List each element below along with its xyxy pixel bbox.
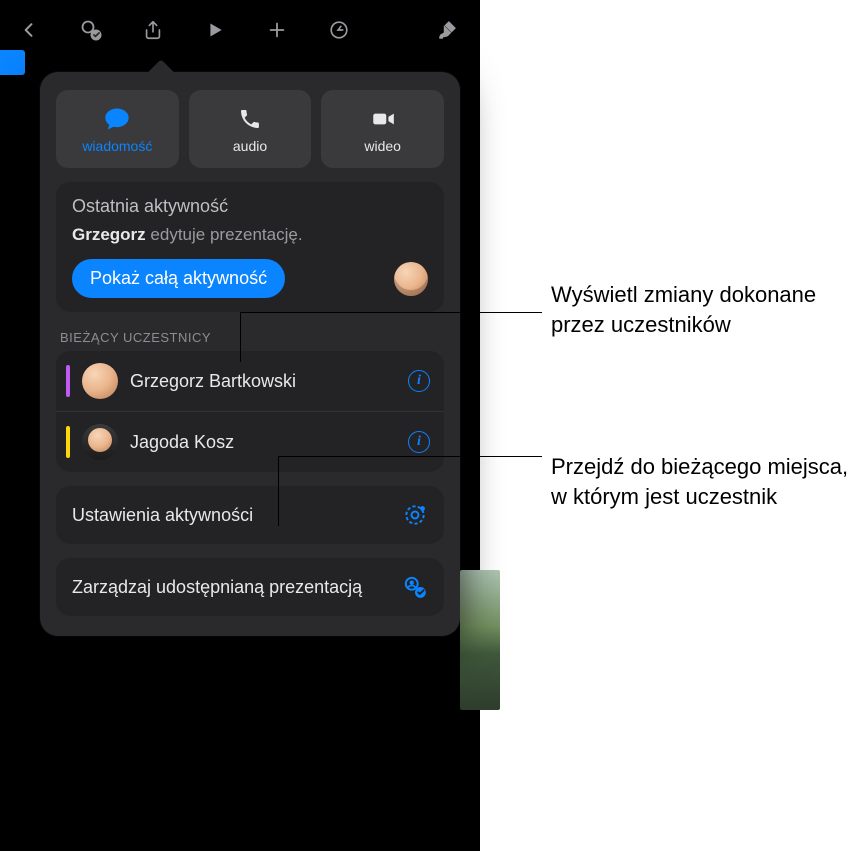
video-button[interactable]: wideo [321, 90, 444, 168]
avatar [82, 363, 118, 399]
info-icon[interactable]: i [408, 370, 430, 392]
avatar [82, 424, 118, 460]
manage-share-label: Zarządzaj udostępnianą prezentacją [72, 576, 390, 599]
participant-row[interactable]: Grzegorz Bartkowski i [56, 351, 444, 411]
participant-name: Jagoda Kosz [130, 432, 396, 453]
callout-text: Przejdź do bieżącego miejsca, w którym j… [551, 452, 861, 511]
callout-leader-line [240, 312, 542, 313]
activity-avatar [394, 262, 428, 296]
recent-activity-card: Ostatnia aktywność Grzegorz edytuje prez… [56, 182, 444, 312]
callout-text: Wyświetl zmiany dokonane przez uczestnik… [551, 280, 861, 339]
back-icon[interactable] [16, 17, 42, 43]
add-icon[interactable] [264, 17, 290, 43]
participants-list: Grzegorz Bartkowski i Jagoda Kosz i [56, 351, 444, 472]
recent-activity-text: Grzegorz edytuje prezentację. [72, 225, 428, 245]
phone-icon [235, 104, 265, 134]
format-brush-icon[interactable] [434, 17, 460, 43]
share-icon[interactable] [140, 17, 166, 43]
message-label: wiadomość [82, 138, 152, 154]
collaboration-popover: wiadomość audio wideo Ostatnia aktywność [40, 72, 460, 636]
audio-label: audio [233, 138, 267, 154]
recent-activity-heading: Ostatnia aktywność [72, 196, 428, 217]
callout-leader-line [278, 456, 542, 457]
play-icon[interactable] [202, 17, 228, 43]
callout-leader-line [240, 312, 241, 362]
toolbar [0, 10, 480, 50]
participant-color-indicator [66, 365, 70, 397]
participant-row[interactable]: Jagoda Kosz i [56, 411, 444, 472]
slide-selection-indicator [0, 50, 25, 75]
message-button[interactable]: wiadomość [56, 90, 179, 168]
participant-name: Grzegorz Bartkowski [130, 371, 396, 392]
show-all-activity-button[interactable]: Pokaż całą aktywność [72, 259, 285, 298]
video-label: wideo [364, 138, 401, 154]
activity-settings-row[interactable]: Ustawienia aktywności [56, 486, 444, 544]
audio-button[interactable]: audio [189, 90, 312, 168]
callout-leader-line [278, 456, 279, 526]
info-icon[interactable]: i [408, 431, 430, 453]
participant-color-indicator [66, 426, 70, 458]
activity-action: edytuje prezentację. [146, 225, 303, 244]
share-people-icon [402, 574, 428, 600]
app-background: wiadomość audio wideo Ostatnia aktywność [0, 0, 480, 851]
slide-thumbnail-fragment [460, 570, 500, 710]
contact-method-row: wiadomość audio wideo [56, 90, 444, 168]
undo-icon[interactable] [326, 17, 352, 43]
activity-settings-label: Ustawienia aktywności [72, 504, 390, 527]
activity-actor: Grzegorz [72, 225, 146, 244]
participants-heading: BIEŻĄCY UCZESTNICY [60, 330, 440, 345]
manage-share-row[interactable]: Zarządzaj udostępnianą prezentacją [56, 558, 444, 616]
collaborate-icon[interactable] [78, 17, 104, 43]
video-icon [368, 104, 398, 134]
message-icon [102, 104, 132, 134]
activity-gear-icon [402, 502, 428, 528]
